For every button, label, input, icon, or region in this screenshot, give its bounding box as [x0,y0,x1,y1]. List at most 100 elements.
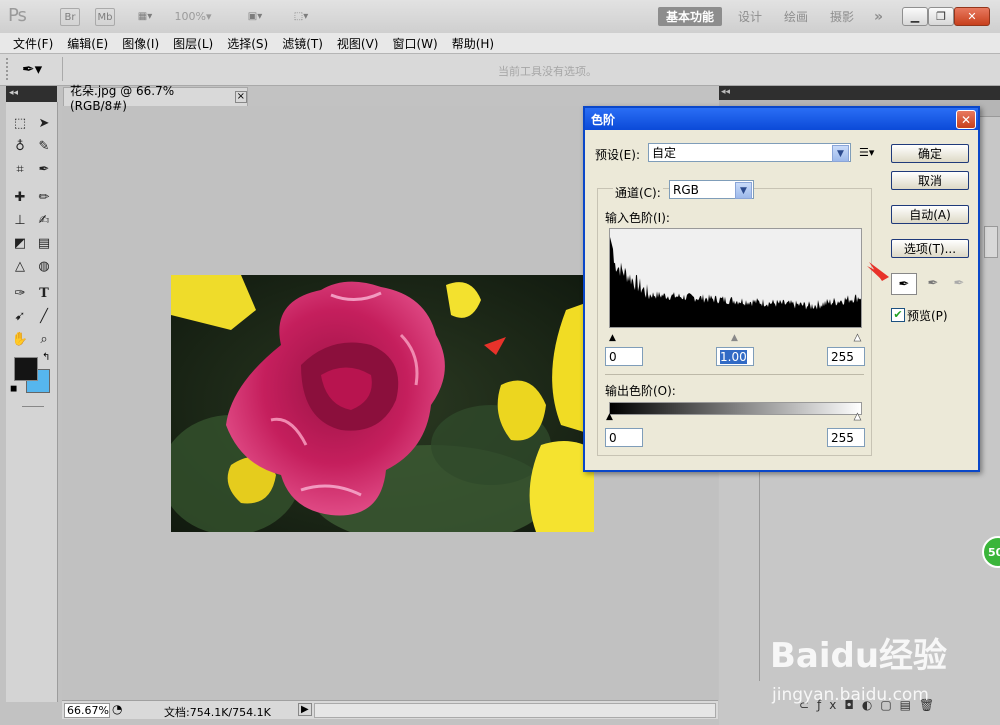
chevron-down-icon: ▼ [832,145,849,162]
swap-colors-icon[interactable]: ↰ [42,352,50,363]
channel-label: 通道(C): [613,184,663,201]
levels-dialog-title: 色阶 [591,112,616,127]
view-extras-icon[interactable]: ▦▾ [130,8,160,24]
eyedropper-tool-icon[interactable]: ✒ [33,158,55,180]
application-bar: Ps Br Mb ▦▾ 100% ▾ ▣▾ ⬚▾ 基本功能 设计 绘画 摄影 » … [0,0,1000,34]
history-brush-tool-icon[interactable]: ✍ [33,209,55,231]
marquee-tool-icon[interactable]: ⬚ [9,112,31,134]
status-info-icon[interactable]: ◔ [112,702,122,716]
preset-options-icon[interactable]: ☰▾ [859,146,874,159]
menu-filter[interactable]: 滤镜(T) [275,35,330,52]
preset-select[interactable]: 自定 ▼ [648,143,851,162]
eyedropper-tool-preset-icon[interactable]: ✒▾ [22,60,42,78]
input-black-field[interactable]: 0 [605,347,643,366]
workspace-painting[interactable]: 绘画 [776,7,816,26]
histogram [609,228,862,328]
type-tool-icon[interactable]: T [33,282,55,304]
horizontal-scrollbar[interactable] [314,703,716,718]
output-white-slider[interactable]: ▲ [854,412,862,423]
flower-photo [171,275,594,532]
options-button[interactable]: 选项(T)... [891,239,969,258]
workspace-photography[interactable]: 摄影 [822,7,862,26]
input-white-field[interactable]: 255 [827,347,865,366]
zoom-status-field[interactable]: 66.67% [64,703,110,718]
auto-button[interactable]: 自动(A) [891,205,969,224]
more-workspaces-button[interactable]: » [866,7,891,26]
close-document-icon[interactable]: × [234,91,247,103]
restore-button[interactable]: ❐ [928,7,954,26]
input-black-slider[interactable]: ▲ [609,333,616,343]
levels-close-button[interactable]: ✕ [956,110,976,129]
preset-value: 自定 [652,146,677,160]
line-tool-icon[interactable]: ╱ [33,305,55,327]
menu-edit[interactable]: 编辑(E) [60,35,115,52]
document-image[interactable] [171,275,594,532]
panel-scrollbar[interactable] [984,226,998,258]
path-selection-tool-icon[interactable]: ➹ [9,305,31,327]
options-separator [62,57,63,81]
zoom-tool-icon[interactable]: ⌕ [33,328,55,350]
channel-select[interactable]: RGB ▼ [669,180,754,199]
menu-layer[interactable]: 图层(L) [166,35,220,52]
mini-bridge-icon[interactable]: Mb [95,8,115,26]
screen-mode-icon[interactable]: ⬚▾ [286,8,316,24]
workspace-essentials[interactable]: 基本功能 [658,7,723,26]
bridge-icon[interactable]: Br [60,8,80,26]
clone-stamp-tool-icon[interactable]: ⊥ [9,209,31,231]
menu-image[interactable]: 图像(I) [115,35,166,52]
white-point-eyedropper-icon[interactable]: ✒ [947,273,971,293]
output-levels-label: 输出色阶(O): [605,384,676,398]
preview-label: 预览(P) [907,309,948,323]
output-black-field[interactable]: 0 [605,428,643,447]
gray-point-eyedropper-icon[interactable]: ✒ [921,273,945,293]
panel-collapse-icon[interactable]: ◂◂ [721,87,730,97]
zoom-level-dropdown[interactable]: 100% ▾ [175,8,212,24]
menu-file[interactable]: 文件(F) [6,35,60,52]
pen-tool-icon[interactable]: ✑ [9,282,31,304]
menu-view[interactable]: 视图(V) [330,35,386,52]
workspace-design[interactable]: 设计 [730,7,770,26]
crop-tool-icon[interactable]: ⌗ [9,158,31,180]
menu-window[interactable]: 窗口(W) [385,35,444,52]
chevron-down-icon: ▼ [735,182,752,199]
menu-help[interactable]: 帮助(H) [445,35,501,52]
lasso-tool-icon[interactable]: ♁ [9,135,31,157]
input-levels-label: 输入色阶(I): [605,211,670,225]
document-size-text: 文档:754.1K/754.1K [164,706,271,719]
dodge-tool-icon[interactable]: ◍ [33,255,55,277]
input-gamma-value: 1.00 [720,349,747,364]
foreground-color-swatch-top[interactable] [14,357,38,381]
options-bar-grip[interactable] [6,58,12,80]
input-gamma-field[interactable]: 1.00 [716,347,754,366]
histogram-graph [610,237,861,327]
arrange-documents-icon[interactable]: ▣▾ [240,8,270,24]
cancel-button[interactable]: 取消 [891,171,969,190]
move-tool-icon[interactable]: ➤ [33,112,55,134]
output-black-slider[interactable]: ▲ [606,412,613,422]
levels-dialog-titlebar[interactable]: 色阶 [585,108,978,130]
photoshop-logo: Ps [8,5,27,26]
gradient-tool-icon[interactable]: ▤ [33,232,55,254]
input-gamma-slider[interactable]: ▲ [731,333,738,343]
hand-tool-icon[interactable]: ✋ [9,328,31,350]
input-white-slider[interactable]: ▲ [854,333,862,344]
output-white-field[interactable]: 255 [827,428,865,447]
eraser-tool-icon[interactable]: ◩ [9,232,31,254]
default-colors-icon[interactable]: ◼ [10,384,17,394]
collapse-arrows-icon[interactable]: ◂◂ [9,88,18,98]
menu-select[interactable]: 选择(S) [220,35,275,52]
close-window-button[interactable]: ✕ [954,7,990,26]
status-menu-arrow-icon[interactable]: ▶ [298,703,312,716]
quick-selection-tool-icon[interactable]: ✎ [33,135,55,157]
minimize-button[interactable]: ▁ [902,7,928,26]
document-tab[interactable]: 花朵.jpg @ 66.7%(RGB/8#) × [63,84,248,113]
panel-dock-header[interactable] [719,86,1000,100]
baidu-watermark: Baidu经验 [770,636,948,676]
blur-tool-icon[interactable]: △ [9,255,31,277]
toolbox-header[interactable]: ◂◂ [6,86,57,102]
ok-button[interactable]: 确定 [891,144,969,163]
preview-checkbox[interactable]: ✔ [891,308,905,322]
levels-divider [605,374,864,375]
spot-healing-tool-icon[interactable]: ✚ [9,186,31,208]
brush-tool-icon[interactable]: ✏ [33,186,55,208]
